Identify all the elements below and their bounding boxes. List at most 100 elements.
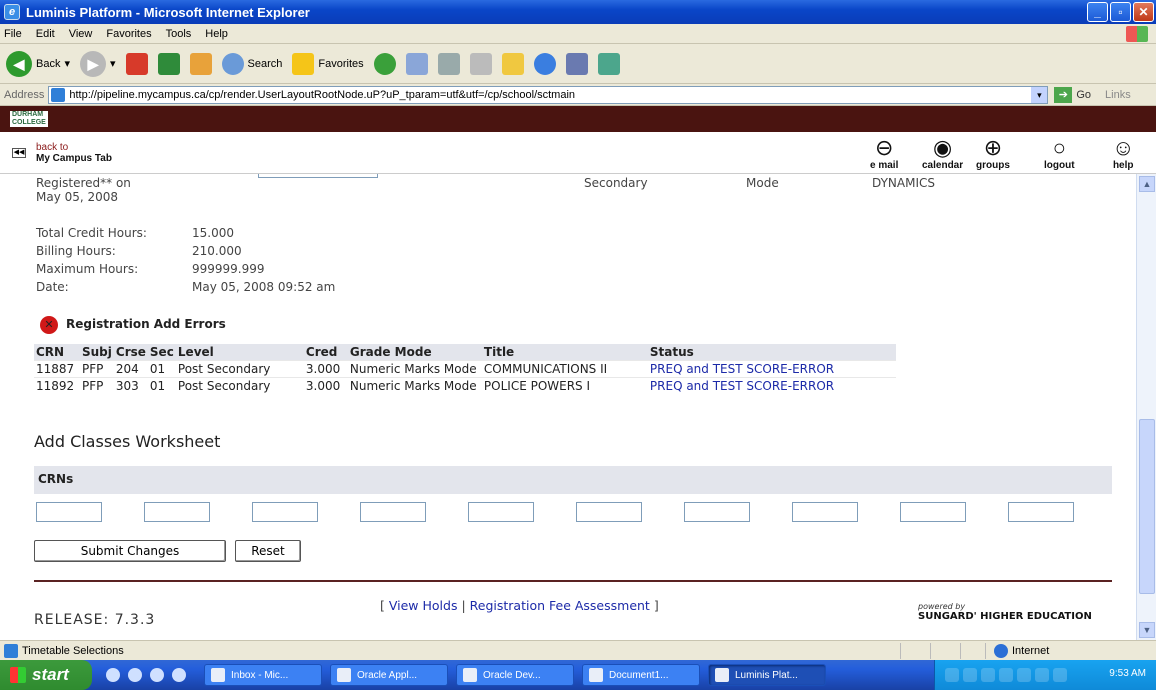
task-label: Oracle Dev... [483,669,541,681]
forward-button[interactable]: ▶ ▾ [80,50,116,77]
window-title: Luminis Platform - Microsoft Internet Ex… [26,4,310,20]
go-button[interactable]: ➔ Go [1054,86,1091,103]
messenger-icon[interactable] [533,52,556,75]
crn-input-9[interactable] [900,502,966,522]
scroll-up-icon[interactable]: ▲ [1139,176,1155,192]
menu-favorites[interactable]: Favorites [106,28,151,40]
cut-off-field [258,174,378,178]
total-credit-value: 15.000 [192,226,234,240]
search-button[interactable]: Search [221,52,282,75]
task-inbox[interactable]: Inbox - Mic... [204,664,322,686]
tray-mail-icon[interactable] [945,668,959,682]
menu-tools[interactable]: Tools [166,28,192,40]
scroll-thumb[interactable] [1139,419,1155,594]
col-subj: Subj [80,344,114,361]
refresh-icon[interactable] [157,52,180,75]
crn-input-1[interactable] [36,502,102,522]
email-link[interactable]: ⊖ e mail [870,136,898,172]
cell-crse: 303 [113,377,148,394]
view-holds-link[interactable]: View Holds [389,598,458,613]
crn-input-7[interactable] [684,502,750,522]
help-link[interactable]: ☺ help [1112,136,1134,172]
media-icon[interactable] [373,52,396,75]
tray-volume-icon[interactable] [1035,668,1049,682]
ie-quicklaunch-icon[interactable] [106,668,120,682]
level-secondary: Secondary [584,176,648,190]
start-button[interactable]: start [0,660,92,690]
powered-by: powered by [918,602,966,611]
menu-view[interactable]: View [69,28,93,40]
vertical-scrollbar[interactable]: ▲ ▼ [1136,174,1156,640]
maximize-button[interactable]: ▫ [1110,2,1131,22]
total-credit-label: Total Credit Hours: [36,226,147,240]
links-button[interactable]: Links [1105,89,1131,101]
tray-antivirus-icon[interactable] [999,668,1013,682]
page-viewport: DURHAM COLLEGE ◀◀ back to My Campus Tab … [0,106,1156,640]
tray-network-icon[interactable] [963,668,977,682]
crn-input-5[interactable] [468,502,534,522]
help-label: help [1112,160,1134,171]
tray-outlook-icon[interactable] [981,668,995,682]
col-grade-mode: Grade Mode [347,344,482,361]
media-quicklaunch-icon[interactable] [150,668,164,682]
security-zone: Internet [994,643,1049,658]
back-button[interactable]: ◀ Back ▾ [6,50,70,77]
crn-input-2[interactable] [144,502,210,522]
address-dropdown-icon[interactable]: ▾ [1031,86,1048,103]
cell-crn: 11892 [34,377,80,394]
logout-link[interactable]: ○ logout [1044,136,1075,172]
folder-icon[interactable] [501,52,524,75]
task-oracle-dev[interactable]: Oracle Dev... [456,664,574,686]
task-document1[interactable]: Document1... [582,664,700,686]
crn-input-4[interactable] [360,502,426,522]
ie-logo-icon: e [4,4,20,20]
cell-status: PREQ and TEST SCORE-ERROR [647,360,896,378]
scroll-down-icon[interactable]: ▼ [1139,622,1155,638]
close-button[interactable]: ✕ [1133,2,1154,22]
calendar-link[interactable]: ◉ calendar [922,136,963,172]
word-icon [589,668,603,682]
print-icon[interactable] [437,52,460,75]
home-icon[interactable] [189,52,212,75]
fee-assessment-link[interactable]: Registration Fee Assessment [470,598,650,613]
minimize-button[interactable]: _ [1087,2,1108,22]
menu-file[interactable]: File [4,28,22,40]
tray-messenger-icon[interactable] [1017,668,1031,682]
research-icon[interactable] [565,52,588,75]
crns-header: CRNs [34,466,1112,494]
outlook-quicklaunch-icon[interactable] [128,668,142,682]
favorites-label: Favorites [318,57,364,70]
crn-input-6[interactable] [576,502,642,522]
col-crn: CRN [34,344,80,361]
stop-icon[interactable] [125,52,148,75]
favorites-button[interactable]: Favorites [292,52,364,75]
menu-help[interactable]: Help [205,28,228,40]
table-row: 11892 PFP 303 01 Post Secondary 3.000 Nu… [34,377,896,394]
windows-logo-icon [10,667,26,683]
worksheet-heading: Add Classes Worksheet [34,432,221,451]
tray-display-icon[interactable] [1053,668,1067,682]
forward-arrow-icon: ▶ [80,50,106,77]
crn-input-10[interactable] [1008,502,1074,522]
col-status: Status [647,344,896,361]
max-hours-label: Maximum Hours: [36,262,139,276]
edit-icon[interactable] [469,52,492,75]
registered-label: Registered** on [36,176,131,190]
back-arrow-icon[interactable]: ◀◀ [12,147,26,158]
reset-button[interactable]: Reset [235,540,301,562]
crn-input-3[interactable] [252,502,318,522]
discuss-icon[interactable] [597,52,620,75]
menu-edit[interactable]: Edit [36,28,55,40]
back-to-campus-link[interactable]: back to My Campus Tab [36,142,112,164]
go-arrow-icon: ➔ [1054,86,1073,103]
history-icon[interactable] [405,52,428,75]
groups-label: groups [976,160,1010,171]
address-input[interactable]: http://pipeline.mycampus.ca/cp/render.Us… [48,85,1049,104]
crn-input-8[interactable] [792,502,858,522]
task-label: Oracle Appl... [357,669,418,681]
task-luminis[interactable]: Luminis Plat... [708,664,826,686]
submit-changes-button[interactable]: Submit Changes [34,540,226,562]
groups-link[interactable]: ⊕ groups [976,136,1010,172]
task-oracle-appl[interactable]: Oracle Appl... [330,664,448,686]
desktop-quicklaunch-icon[interactable] [172,668,186,682]
